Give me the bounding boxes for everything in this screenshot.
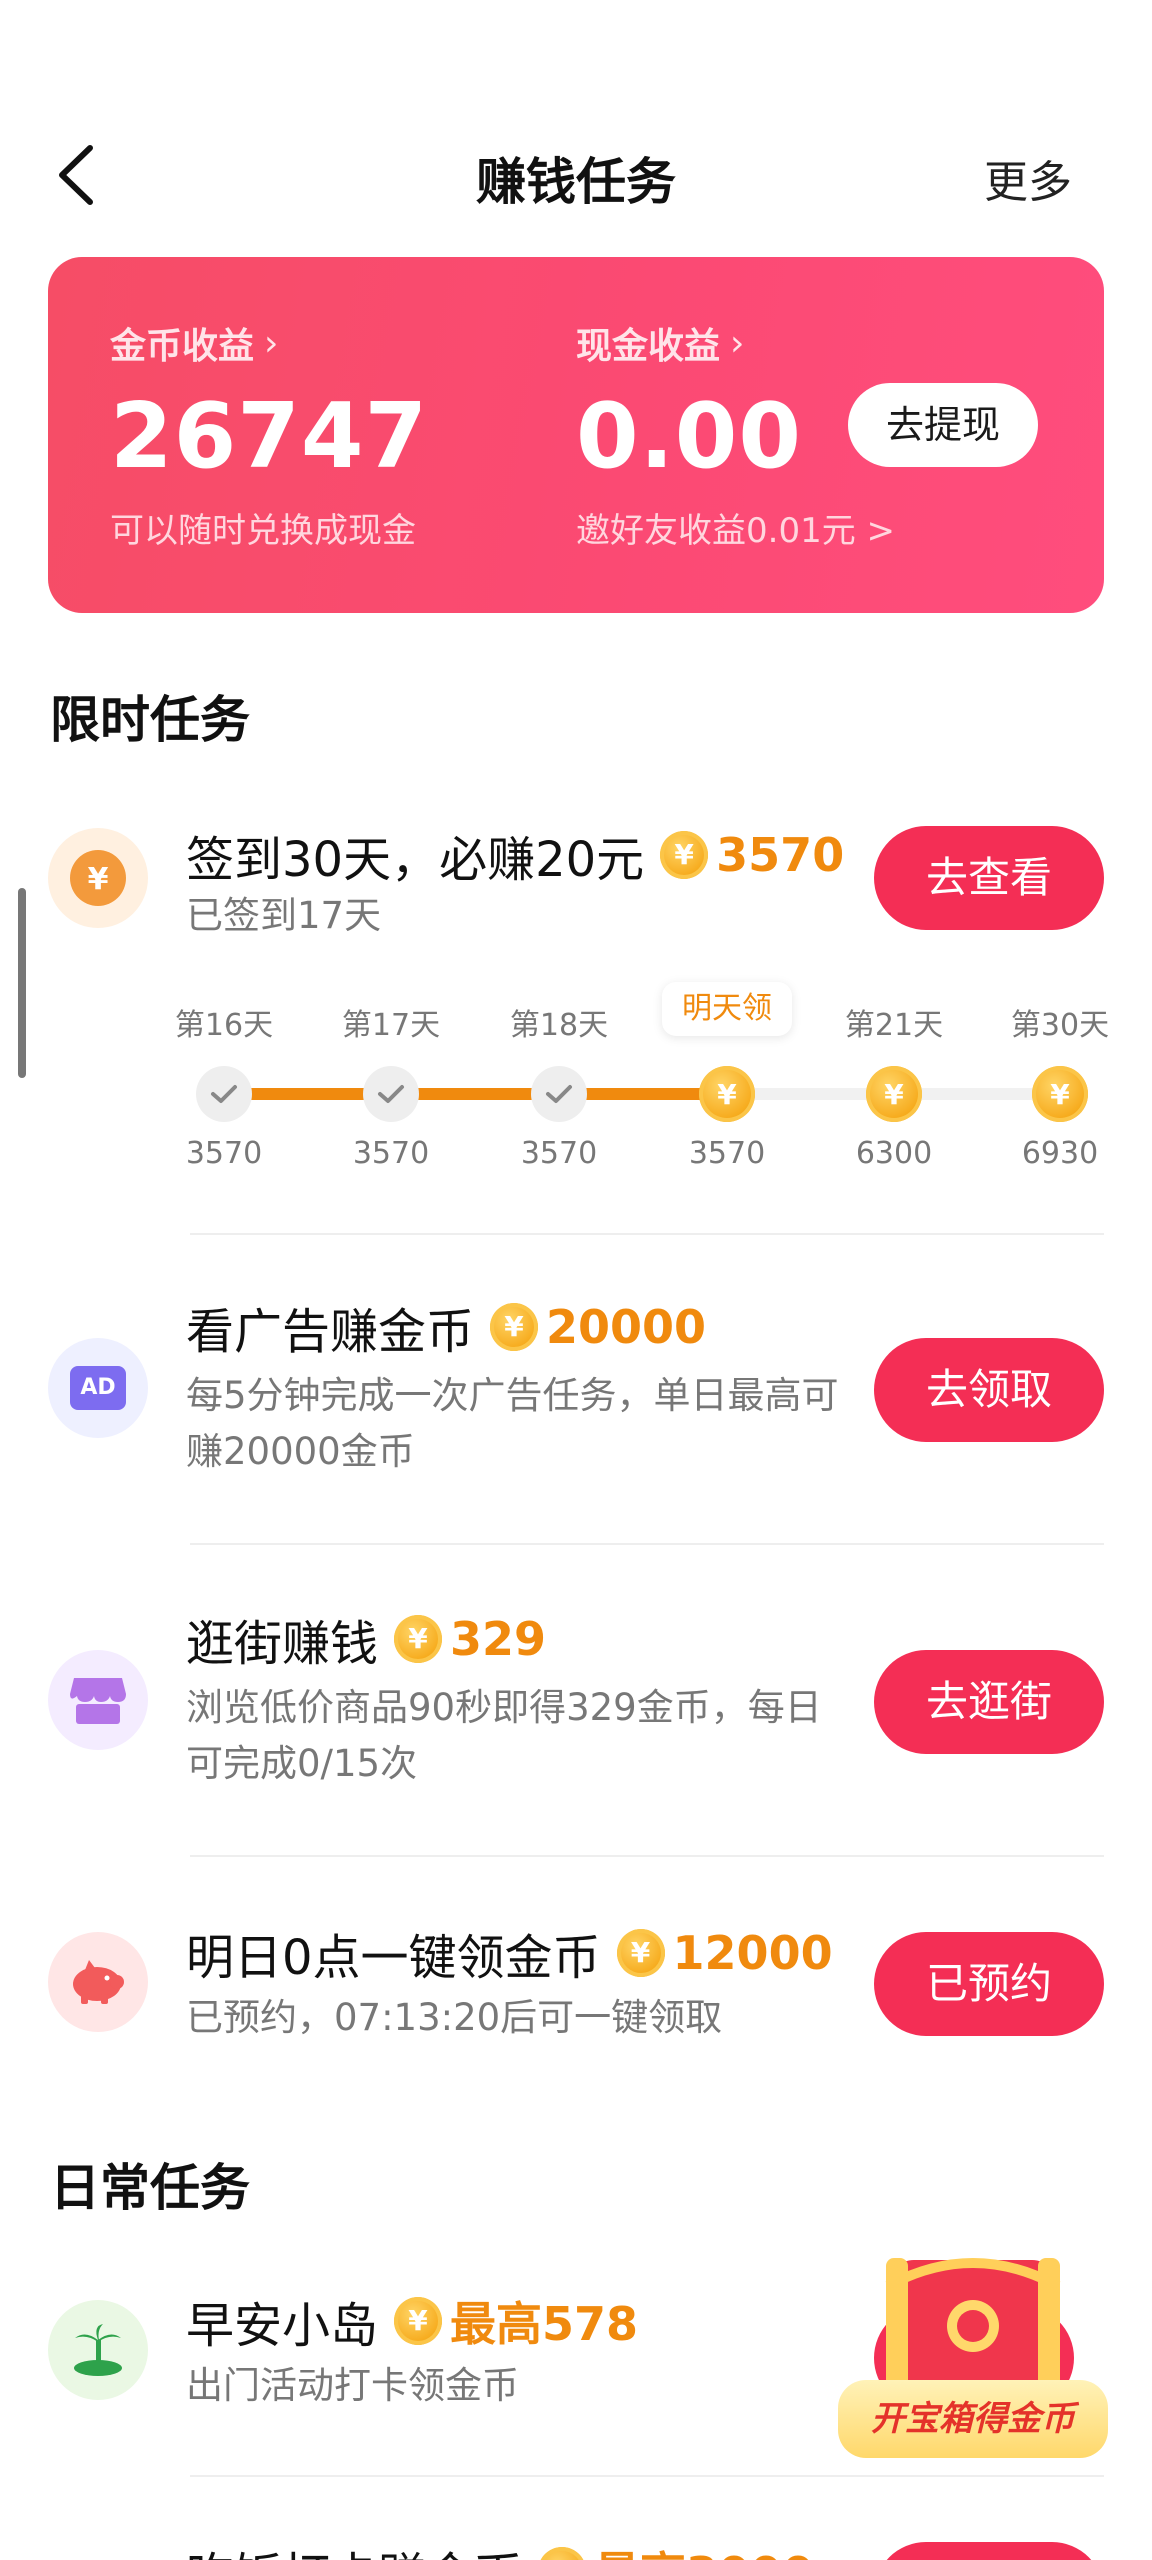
shopping-task-reward: 329 (450, 1612, 547, 1666)
more-button[interactable]: 更多 (984, 146, 1072, 210)
checkmark-icon (531, 1066, 587, 1122)
coin-icon: ¥ (660, 831, 709, 879)
progress-day-amount: 6300 (855, 1136, 933, 1171)
coin-icon: ¥ (490, 1303, 539, 1351)
divider (190, 1855, 1104, 1857)
divider (190, 2475, 1104, 2477)
island-task-title: 早安小岛 (186, 2298, 379, 2354)
shopping-task: 逛街赚钱 ¥ 329 浏览低价商品90秒即得329金币，每日可完成0/15次 去… (0, 1604, 1152, 1794)
progress-day-label: 第30天 (1010, 1008, 1110, 1043)
coin-earnings-value: 26747 (110, 384, 429, 489)
go-shopping-button[interactable]: 去逛街 (874, 1650, 1104, 1754)
coin-icon: ¥ (394, 1615, 443, 1663)
checkmark-icon (363, 1066, 419, 1122)
progress-day-amount: 3570 (185, 1136, 263, 1171)
checkin-progress: 第16天 3570 第17天 3570 第18天 3570 明天领 ¥3570 第21天 ¥630… (0, 982, 1152, 1190)
cash-earnings-label: 现金收益 (576, 326, 721, 367)
reserve-task-reward: 12000 (672, 1926, 833, 1980)
coin-icon: ¥ (538, 2547, 587, 2560)
coin-icon: ¥ (699, 1066, 755, 1122)
progress-track-filled (224, 1088, 727, 1100)
earnings-card: 金币收益 › 26747 可以随时兑换成现金 现金收益 › 0.00 邀好友收益… (48, 257, 1104, 613)
shopping-task-desc: 浏览低价商品90秒即得329金币，每日可完成0/15次 (186, 1686, 822, 1785)
meal-task-reward: 最高3000 (594, 2538, 814, 2560)
checkin-task-desc: 已签到17天 (186, 894, 382, 937)
meal-task-button[interactable] (874, 2542, 1104, 2560)
ad-task-title-row: 看广告赚金币 ¥ 20000 (186, 1292, 706, 1362)
meal-task-title-row: 吃饭打卡赚金币 ¥ 最高3000 (186, 2536, 814, 2560)
ad-task-reward: 20000 (546, 1300, 707, 1354)
cash-earnings: 现金收益 › 0.00 邀好友收益0.01元 > (576, 317, 895, 552)
treasure-chest-label: 开宝箱得金币 (838, 2380, 1108, 2458)
island-task-reward: 最高578 (450, 2297, 639, 2351)
header: 赚钱任务 更多 (0, 120, 1152, 230)
meal-checkin-task: 吃饭打卡赚金币 ¥ 最高3000 (0, 2536, 1152, 2560)
section-title-limited: 限时任务 (50, 691, 250, 749)
piggy-bank-icon (48, 1932, 148, 2032)
cash-earnings-value: 0.00 (576, 384, 803, 489)
shopping-task-title-row: 逛街赚钱 ¥ 329 (186, 1604, 546, 1674)
progress-day-amount: 3570 (688, 1136, 766, 1171)
progress-day-label: 第17天 (341, 1008, 441, 1043)
ad-task: AD 看广告赚金币 ¥ 20000 每5分钟完成一次广告任务，单日最高可赚200… (0, 1292, 1152, 1482)
scrollbar[interactable] (18, 888, 26, 1078)
chevron-right-icon: › (730, 322, 745, 364)
view-checkin-button[interactable]: 去查看 (874, 826, 1104, 930)
checkin-task-title: 签到30天，必赚20元 (186, 832, 645, 888)
checkin-reward: 3570 (716, 828, 845, 882)
claim-ad-reward-button[interactable]: 去领取 (874, 1338, 1104, 1442)
section-title-daily: 日常任务 (50, 2159, 250, 2217)
progress-day-amount: 3570 (352, 1136, 430, 1171)
coin-earnings-subtitle: 可以随时兑换成现金 (110, 511, 416, 551)
progress-day-amount: 3570 (520, 1136, 598, 1171)
ad-icon: AD (48, 1338, 148, 1438)
ad-task-desc: 每5分钟完成一次广告任务，单日最高可赚20000金币 (186, 1374, 839, 1473)
coin-earnings: 金币收益 › 26747 可以随时兑换成现金 (110, 317, 428, 552)
ad-task-title: 看广告赚金币 (186, 1304, 475, 1360)
coin-icon: ¥ (616, 1929, 665, 1977)
divider (190, 1543, 1104, 1545)
reserve-task: 明日0点一键领金币 ¥ 12000 已预约，07:13:20后可一键领取 已预约 (0, 1918, 1152, 2058)
progress-day-label: 第21天 (844, 1008, 944, 1043)
island-icon (48, 2300, 148, 2400)
reserve-task-desc: 已预约，07:13:20后可一键领取 (186, 1996, 723, 2039)
island-task-desc: 出门活动打卡领金币 (186, 2364, 519, 2407)
checkin-task-title-row: 签到30天，必赚20元 ¥ 3570 (186, 820, 844, 890)
shopping-task-title: 逛街赚钱 (186, 1616, 379, 1672)
cash-earnings-link[interactable]: 现金收益 › (576, 317, 895, 369)
divider (190, 1233, 1104, 1235)
coin-earnings-label: 金币收益 (110, 326, 255, 367)
invite-earnings-link[interactable]: 邀好友收益0.01元 > (576, 503, 895, 552)
reserve-task-title-row: 明日0点一键领金币 ¥ 12000 (186, 1918, 833, 1988)
progress-day-label: 第16天 (174, 1008, 274, 1043)
page-title: 赚钱任务 (476, 153, 676, 211)
shop-icon (48, 1650, 148, 1750)
checkin-task: ¥ 签到30天，必赚20元 ¥ 3570 已签到17天 去查看 (0, 820, 1152, 1010)
tomorrow-claim-tag: 明天领 (662, 982, 792, 1036)
treasure-chest-widget[interactable]: 开宝箱得金币 (838, 2230, 1108, 2460)
coin-earnings-link[interactable]: 金币收益 › (110, 317, 428, 369)
withdraw-button[interactable]: 去提现 (848, 383, 1038, 467)
checkmark-icon (196, 1066, 252, 1122)
yen-coin-icon: ¥ (48, 828, 148, 928)
reserved-button[interactable]: 已预约 (874, 1932, 1104, 2036)
progress-day-amount: 6930 (1021, 1136, 1099, 1171)
island-task-title-row: 早安小岛 ¥ 最高578 (186, 2286, 638, 2356)
coin-icon: ¥ (866, 1066, 922, 1122)
svg-text:¥: ¥ (88, 862, 109, 897)
ad-icon-text: AD (70, 1366, 126, 1410)
chevron-right-icon: › (264, 322, 279, 364)
coin-icon: ¥ (1032, 1066, 1088, 1122)
reserve-task-title: 明日0点一键领金币 (186, 1930, 601, 1986)
coin-icon: ¥ (394, 2297, 443, 2345)
meal-task-title: 吃饭打卡赚金币 (186, 2536, 522, 2560)
progress-day-label: 第18天 (509, 1008, 609, 1043)
treasure-chest-icon (885, 2258, 1061, 2392)
